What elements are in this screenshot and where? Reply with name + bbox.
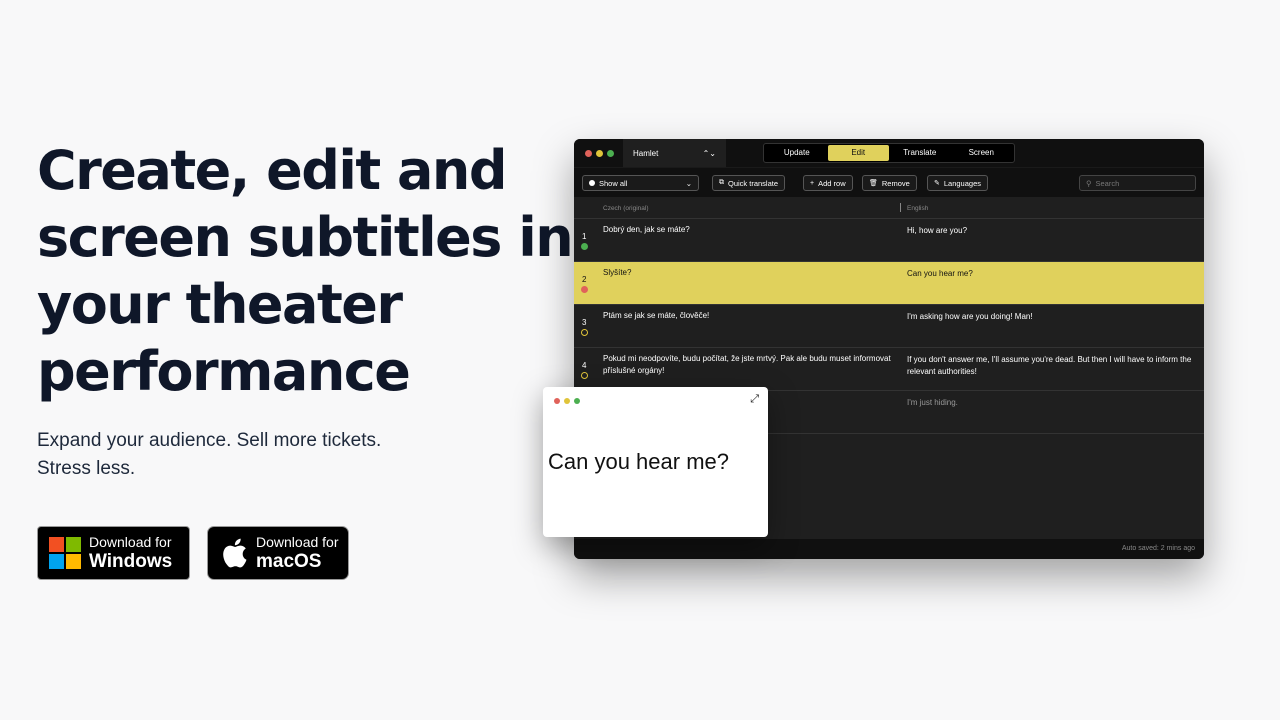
tab-edit[interactable]: Edit xyxy=(827,145,889,161)
status-bar: Auto saved: 2 mins ago xyxy=(574,539,1204,559)
row-number: 3 xyxy=(582,318,587,327)
toolbar: Show all ⌄ ⧉ Quick translate + Add row 🗑 Re… xyxy=(574,167,1204,197)
source-cell[interactable]: Pokud mi neodpovíte, budu počítat, že js… xyxy=(603,353,893,377)
preview-zoom-traffic-light[interactable] xyxy=(574,398,580,404)
copy-icon: ⧉ xyxy=(719,179,724,186)
hero-title-line: Create, edit and xyxy=(37,139,508,202)
download-macos-big: macOS xyxy=(256,551,322,572)
hero-title: Create, edit and screen subtitles in you… xyxy=(37,137,574,405)
preview-minimize-traffic-light[interactable] xyxy=(564,398,570,404)
search-input[interactable]: ⚲ Search xyxy=(1079,175,1196,191)
preview-window: ⤢ Can you hear me? xyxy=(543,387,768,537)
mode-segmented-control: Update Edit Translate Screen xyxy=(763,143,1015,163)
autosave-status: Auto saved: 2 mins ago xyxy=(1121,545,1195,552)
hero-title-line: your theater xyxy=(37,273,403,336)
source-cell[interactable]: Ptám se jak se máte, člověče! xyxy=(603,310,893,322)
target-cell[interactable]: Can you hear me? xyxy=(907,268,1197,280)
quick-translate-label: Quick translate xyxy=(728,178,779,188)
row-number: 2 xyxy=(582,275,587,284)
row-number: 4 xyxy=(582,361,587,370)
apple-logo-icon xyxy=(223,538,247,568)
languages-button[interactable]: ✎ Languages xyxy=(927,175,988,191)
target-cell[interactable]: Hi, how are you? xyxy=(907,225,1197,237)
expand-icon[interactable]: ⤢ xyxy=(750,393,759,406)
source-cell[interactable]: Slyšíte? xyxy=(603,267,893,279)
document-select[interactable]: Hamlet ⌃⌄ xyxy=(623,139,726,167)
download-macos-text: Download for macOS xyxy=(256,535,339,571)
windows-logo-icon xyxy=(49,537,81,569)
download-windows-button[interactable]: Download for Windows xyxy=(37,526,190,580)
tab-translate[interactable]: Translate xyxy=(889,145,951,161)
column-target: English xyxy=(907,205,929,212)
languages-label: Languages xyxy=(943,178,981,188)
minimize-traffic-light[interactable] xyxy=(596,150,603,157)
status-ring-icon xyxy=(581,329,588,336)
table-row[interactable]: 3 Ptám se jak se máte, člověče! I'm aski… xyxy=(574,305,1204,348)
titlebar: Hamlet ⌃⌄ Update Edit Translate Screen xyxy=(574,139,1204,167)
chevron-down-icon: ⌄ xyxy=(685,178,692,188)
document-name: Hamlet xyxy=(633,148,659,158)
download-macos-button[interactable]: Download for macOS xyxy=(207,526,349,580)
column-header: Czech (original) English xyxy=(574,197,1204,219)
hero-subtitle-line: Stress less. xyxy=(37,458,136,479)
preview-subtitle-text: Can you hear me? xyxy=(548,449,729,474)
status-dot-icon xyxy=(581,286,588,293)
target-cell[interactable]: If you don't answer me, I'll assume you'… xyxy=(907,354,1197,378)
search-icon: ⚲ xyxy=(1086,178,1092,188)
filter-label: Show all xyxy=(599,178,628,188)
remove-label: Remove xyxy=(881,178,910,188)
remove-button[interactable]: 🗑 Remove xyxy=(862,175,917,191)
preview-close-traffic-light[interactable] xyxy=(554,398,560,404)
quick-translate-button[interactable]: ⧉ Quick translate xyxy=(712,175,786,191)
add-row-label: Add row xyxy=(818,178,846,188)
tab-screen[interactable]: Screen xyxy=(951,145,1013,161)
plus-icon: + xyxy=(810,179,815,187)
hero-subtitle-line: Expand your audience. Sell more tickets. xyxy=(37,430,382,451)
search-placeholder: Search xyxy=(1095,178,1120,188)
tab-update[interactable]: Update xyxy=(766,145,828,161)
close-traffic-light[interactable] xyxy=(585,150,592,157)
filter-dot-icon xyxy=(589,179,595,186)
table-row[interactable]: 1 Dobrý den, jak se máte? Hi, how are yo… xyxy=(574,219,1204,262)
hero-title-line: performance xyxy=(37,340,411,403)
filter-select[interactable]: Show all ⌄ xyxy=(582,175,699,191)
target-cell[interactable]: I'm just hiding. xyxy=(907,397,1197,409)
download-windows-text: Download for Windows xyxy=(89,535,172,571)
trash-icon: 🗑 xyxy=(869,180,878,187)
status-dot-icon xyxy=(581,243,588,250)
column-resize-handle[interactable] xyxy=(900,203,901,212)
status-ring-icon xyxy=(581,372,588,379)
hero-subtitle: Expand your audience. Sell more tickets.… xyxy=(37,427,381,483)
download-macos-small: Download for xyxy=(256,534,339,550)
add-row-button[interactable]: + Add row xyxy=(803,175,853,191)
pencil-icon: ✎ xyxy=(934,180,940,187)
row-number: 1 xyxy=(582,232,587,241)
target-cell[interactable]: I'm asking how are you doing! Man! xyxy=(907,311,1197,323)
column-source: Czech (original) xyxy=(603,205,649,212)
source-cell[interactable]: Dobrý den, jak se máte? xyxy=(603,224,893,236)
download-windows-small: Download for xyxy=(89,534,172,550)
download-windows-big: Windows xyxy=(89,551,173,572)
chevron-updown-icon: ⌃⌄ xyxy=(702,148,716,158)
table-row[interactable]: 4 Pokud mi neodpovíte, budu počítat, že … xyxy=(574,348,1204,391)
hero-title-line: screen subtitles in xyxy=(37,206,574,269)
zoom-traffic-light[interactable] xyxy=(607,150,614,157)
table-row-selected[interactable]: 2 Slyšíte? Can you hear me? xyxy=(574,262,1204,305)
